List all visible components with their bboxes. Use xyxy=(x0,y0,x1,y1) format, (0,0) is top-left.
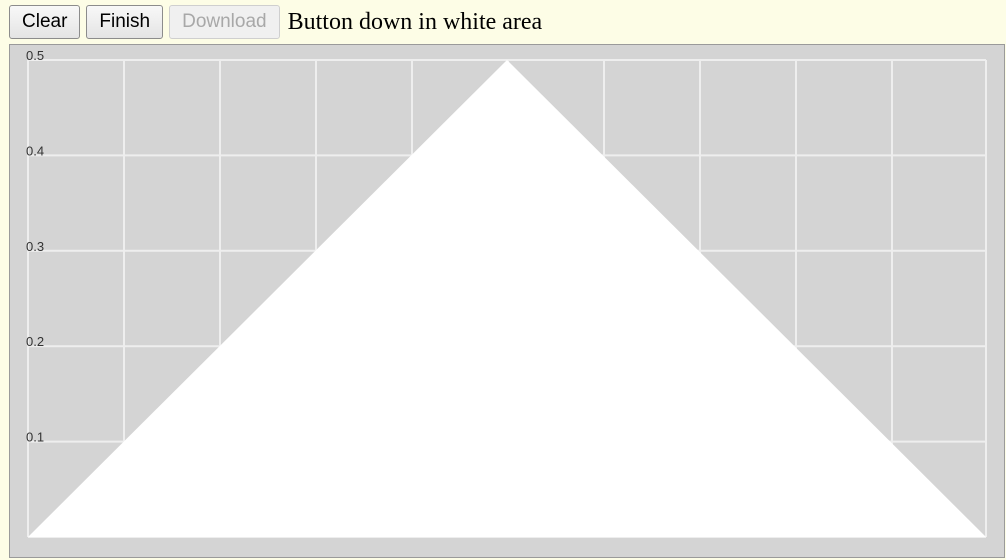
drawing-canvas[interactable]: 0.1 0.2 0.3 0.4 0.5 xyxy=(9,44,1005,558)
y-tick-label: 0.2 xyxy=(26,334,44,349)
toolbar: Clear Finish Download Button down in whi… xyxy=(0,0,1006,44)
white-area[interactable] xyxy=(28,60,986,537)
y-tick-label: 0.5 xyxy=(26,48,44,63)
download-button: Download xyxy=(169,5,280,39)
y-tick-label: 0.4 xyxy=(26,143,44,158)
clear-button[interactable]: Clear xyxy=(9,5,81,39)
plot-svg[interactable]: 0.1 0.2 0.3 0.4 0.5 xyxy=(10,45,1004,557)
status-text: Button down in white area xyxy=(287,8,543,35)
y-tick-label: 0.1 xyxy=(26,430,44,445)
finish-button[interactable]: Finish xyxy=(86,5,164,39)
y-tick-label: 0.3 xyxy=(26,239,44,254)
